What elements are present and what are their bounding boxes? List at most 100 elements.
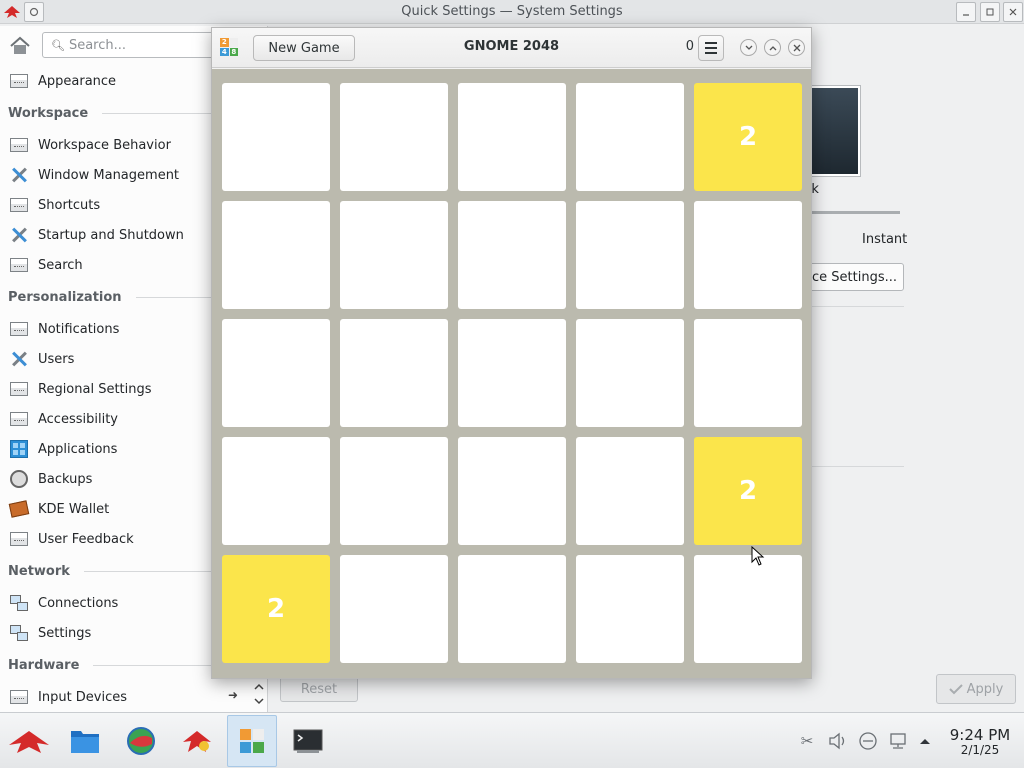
- settings-titlebar[interactable]: Quick Settings — System Settings: [0, 0, 1024, 24]
- terminal-icon: [293, 729, 323, 753]
- divider: [102, 113, 218, 114]
- settings-box-icon: [9, 136, 29, 154]
- game-board[interactable]: 2 2 2: [212, 69, 811, 678]
- kde-settings-button[interactable]: [172, 715, 222, 767]
- sidebar-item-backups[interactable]: Backups: [0, 466, 210, 492]
- file-manager-button[interactable]: [60, 715, 110, 767]
- clock-date[interactable]: 2/1/25: [940, 743, 1020, 757]
- tile-value-2: 2: [222, 555, 330, 663]
- divider: [135, 297, 218, 298]
- sidebar-item-kde-wallet[interactable]: KDE Wallet: [0, 496, 210, 522]
- sidebar-item-startup-and-shutdown[interactable]: Startup and Shutdown: [0, 222, 210, 248]
- section-heading-text: Personalization: [8, 289, 122, 305]
- tools-icon: [9, 350, 29, 368]
- arrow-right-icon[interactable]: ➜: [228, 688, 238, 702]
- minimize-button[interactable]: [740, 39, 757, 56]
- settings-box-icon: [9, 72, 29, 90]
- mouse-cursor-icon: [751, 546, 765, 566]
- sidebar-item-label: Connections: [38, 595, 119, 611]
- tile-empty: [340, 319, 448, 427]
- tray-expand-arrow-icon[interactable]: [915, 731, 935, 751]
- sidebar-item-settings[interactable]: Settings: [0, 620, 210, 646]
- reset-button[interactable]: Reset: [280, 676, 358, 702]
- update-status-icon[interactable]: [858, 731, 878, 751]
- gnome-2048-window: 2 48 New Game GNOME 2048 0 2 2 2: [211, 27, 812, 679]
- maximize-button[interactable]: [980, 2, 1000, 22]
- maximize-button[interactable]: [764, 39, 781, 56]
- tile-empty: [222, 201, 330, 309]
- apply-label: Apply: [966, 681, 1004, 697]
- game-headerbar[interactable]: 2 48 New Game GNOME 2048 0: [212, 28, 811, 68]
- tile-empty: [340, 83, 448, 191]
- settings-box-icon: [9, 256, 29, 274]
- checkmark-icon: [948, 684, 963, 695]
- tile-empty: [694, 555, 802, 663]
- reset-label: Reset: [300, 681, 338, 697]
- tile-empty: [458, 319, 566, 427]
- tile-value-2: 2: [694, 437, 802, 545]
- sidebar-item-input-devices[interactable]: Input Devices: [0, 684, 210, 710]
- section-heading-text: Workspace: [8, 105, 89, 121]
- web-browser-button[interactable]: [116, 715, 166, 767]
- sidebar-item-window-management[interactable]: Window Management: [0, 162, 210, 188]
- sidebar-item-label: Shortcuts: [38, 197, 101, 213]
- tile-empty: [340, 555, 448, 663]
- settings-box-icon: [9, 320, 29, 338]
- hamburger-menu-button[interactable]: [698, 35, 724, 61]
- chevron-down-icon: [745, 45, 752, 50]
- clock-time[interactable]: 9:24 PM: [940, 726, 1020, 744]
- tile-empty: [340, 437, 448, 545]
- terminal-button[interactable]: [283, 715, 333, 767]
- tile-empty: [458, 437, 566, 545]
- home-button[interactable]: [6, 32, 34, 60]
- apply-button[interactable]: Apply: [936, 674, 1016, 704]
- taskbar: ✂ 9:24 PM 2/1/25: [0, 712, 1024, 768]
- sidebar-item-user-feedback[interactable]: User Feedback: [0, 526, 210, 552]
- sidebar-section-heading: Workspace: [8, 103, 218, 123]
- close-button[interactable]: [1003, 2, 1023, 22]
- tile-empty: [340, 201, 448, 309]
- sidebar-item-regional-settings[interactable]: Regional Settings: [0, 376, 210, 402]
- sidebar-item-applications[interactable]: Applications: [0, 436, 210, 462]
- sidebar-item-shortcuts[interactable]: Shortcuts: [0, 192, 210, 218]
- section-heading-text: Network: [8, 563, 70, 579]
- minimize-button[interactable]: [956, 2, 976, 22]
- sidebar-item-label: Workspace Behavior: [38, 137, 171, 153]
- close-button[interactable]: [788, 39, 805, 56]
- tile-empty: [576, 437, 684, 545]
- tile-empty: [694, 319, 802, 427]
- file-manager-icon: [71, 731, 99, 753]
- settings-box-icon: [9, 688, 29, 706]
- animation-speed-slider[interactable]: [808, 211, 900, 214]
- tile-empty: [458, 201, 566, 309]
- divider: [93, 665, 218, 666]
- sidebar-item-notifications[interactable]: Notifications: [0, 316, 210, 342]
- sidebar-item-users[interactable]: Users: [0, 346, 210, 372]
- sidebar-item-label: Backups: [38, 471, 93, 487]
- tile-empty: [576, 319, 684, 427]
- volume-icon[interactable]: [828, 731, 848, 751]
- network-status-icon[interactable]: [888, 731, 908, 751]
- gnome-2048-taskbar-button[interactable]: [227, 715, 277, 767]
- sidebar-section-heading: Network: [8, 561, 218, 581]
- tile-empty: [694, 201, 802, 309]
- sidebar-item-label: Users: [38, 351, 75, 367]
- tools-icon: [9, 166, 29, 184]
- sidebar-item-accessibility[interactable]: Accessibility: [0, 406, 210, 432]
- web-browser-icon: [127, 727, 155, 755]
- app-launcher-button[interactable]: [4, 715, 54, 767]
- tile-empty: [576, 83, 684, 191]
- sidebar-item-workspace-behavior[interactable]: Workspace Behavior: [0, 132, 210, 158]
- tools-icon: [9, 226, 29, 244]
- sidebar-item-label: Applications: [38, 441, 118, 457]
- sidebar-item-connections[interactable]: Connections: [0, 590, 210, 616]
- network-icon: [9, 624, 29, 642]
- sidebar-item-label: Search: [38, 257, 83, 273]
- scissors-clipboard-icon[interactable]: ✂: [797, 731, 817, 751]
- sidebar-item-search[interactable]: Search: [0, 252, 210, 278]
- sidebar-item-label: Settings: [38, 625, 92, 641]
- theme-preview-thumbnail[interactable]: [808, 86, 860, 176]
- tile-empty: [576, 555, 684, 663]
- backup-clock-icon: [9, 470, 29, 488]
- sidebar-item-appearance[interactable]: Appearance: [0, 68, 210, 94]
